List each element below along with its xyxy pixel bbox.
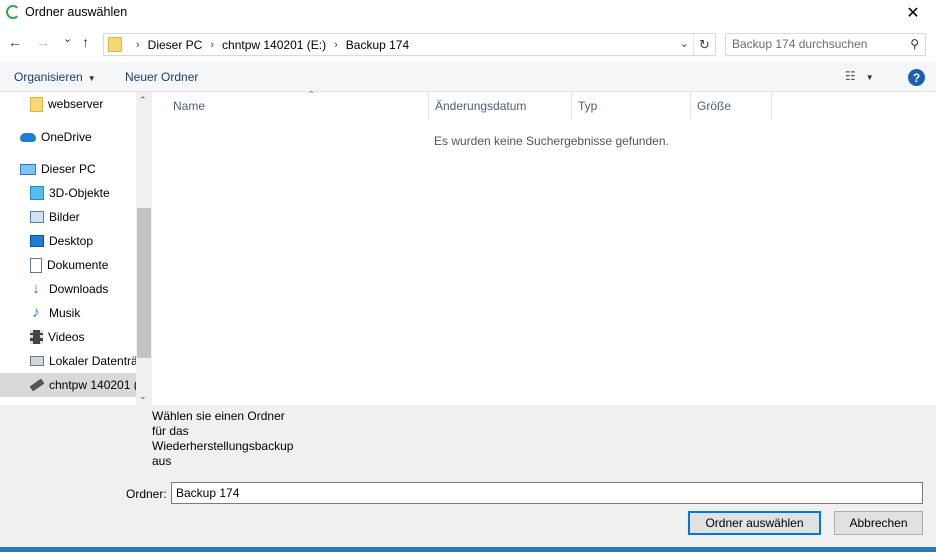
- organize-button[interactable]: Organisieren ▼: [14, 70, 96, 84]
- search-input[interactable]: [732, 37, 902, 51]
- caret-down-icon: ▼: [87, 74, 96, 83]
- help-icon[interactable]: ?: [908, 69, 925, 86]
- drive-icon: [30, 356, 44, 366]
- column-header-label: Typ: [578, 99, 598, 113]
- column-header-date[interactable]: Änderungsdatum: [429, 92, 572, 120]
- cancel-button[interactable]: Abbrechen: [834, 511, 923, 535]
- sort-ascending-icon: ⌃: [307, 90, 316, 101]
- breadcrumb-separator[interactable]: ›: [210, 39, 214, 51]
- forward-arrow-icon[interactable]: →: [36, 34, 50, 50]
- folder-icon: [108, 37, 122, 52]
- video-icon: [30, 330, 43, 344]
- search-icon[interactable]: ⚲: [910, 37, 919, 51]
- sidebar-item-label: 3D-Objekte: [49, 186, 110, 200]
- computer-icon: [20, 163, 36, 175]
- sidebar-item-chntpw[interactable]: chntpw 140201 (E:): [0, 373, 136, 397]
- bottom-accent-line: [0, 547, 936, 552]
- dialog-description: Wählen sie einen Ordner für das Wiederhe…: [152, 409, 294, 468]
- sidebar-scrollbar[interactable]: ⌃ ⌄: [136, 92, 152, 405]
- sidebar-item-label: Desktop: [49, 234, 94, 248]
- breadcrumb-separator: ›: [136, 39, 140, 51]
- empty-message: Es wurden keine Suchergebnisse gefunden.: [434, 134, 669, 148]
- view-list-icon: ☷: [845, 69, 856, 83]
- sidebar-item-dokumente[interactable]: Dokumente: [0, 253, 136, 277]
- scroll-up-icon[interactable]: ⌃: [139, 95, 147, 106]
- address-bar[interactable]: › Dieser PC › chntpw 140201 (E:) › Backu…: [103, 33, 716, 56]
- view-options-button[interactable]: ☷ ▼: [845, 69, 874, 83]
- up-arrow-icon[interactable]: ↑: [82, 34, 89, 50]
- breadcrumb-separator[interactable]: ›: [334, 39, 338, 51]
- sidebar-item-onedrive[interactable]: OneDrive: [0, 125, 136, 149]
- desktop-icon: [30, 235, 44, 247]
- recent-locations-icon[interactable]: ⌄: [63, 32, 72, 45]
- caret-down-icon: ▼: [865, 73, 874, 82]
- cloud-icon: [20, 132, 36, 142]
- sidebar-item-label: Dieser PC: [41, 162, 96, 176]
- breadcrumb-backup[interactable]: Backup 174: [346, 38, 409, 52]
- refresh-icon[interactable]: ↻: [693, 34, 715, 55]
- title-bar: Ordner auswählen ✕: [0, 0, 936, 26]
- sidebar-item-videos[interactable]: Videos: [0, 325, 136, 349]
- pictures-icon: [30, 211, 44, 223]
- usb-drive-icon: [29, 378, 45, 392]
- navigation-bar: ← → ⌄ ↑ › Dieser PC › chntpw 140201 (E:)…: [0, 26, 936, 62]
- cube-icon: [30, 186, 44, 200]
- scroll-down-icon[interactable]: ⌄: [139, 391, 147, 402]
- sidebar-item-dieser-pc[interactable]: Dieser PC: [0, 157, 136, 181]
- sidebar-item-webserver[interactable]: webserver: [0, 92, 136, 116]
- window-title: Ordner auswählen: [25, 5, 128, 19]
- select-folder-button[interactable]: Ordner auswählen: [688, 511, 821, 535]
- document-icon: [30, 257, 42, 273]
- column-header-label: Größe: [697, 99, 732, 113]
- back-arrow-icon[interactable]: ←: [8, 34, 22, 50]
- column-header-name[interactable]: ⌃ Name: [167, 90, 429, 120]
- breadcrumb-dieser-pc[interactable]: Dieser PC: [148, 38, 203, 52]
- folder-icon: [30, 96, 43, 112]
- sidebar-item-3d-objekte[interactable]: 3D-Objekte: [0, 181, 136, 205]
- folder-name-input[interactable]: [171, 482, 923, 504]
- sidebar-item-label: Lokaler Datenträger (C:): [49, 354, 136, 368]
- column-header-label: Name: [173, 99, 206, 113]
- sidebar-item-bilder[interactable]: Bilder: [0, 205, 136, 229]
- sidebar-item-label: webserver: [48, 97, 104, 111]
- close-icon[interactable]: ✕: [890, 0, 936, 26]
- music-icon: ♪: [32, 304, 40, 321]
- sidebar-item-label: Dokumente: [47, 258, 109, 272]
- dialog-footer: Wählen sie einen Ordner für das Wiederhe…: [0, 405, 936, 547]
- sidebar-item-lokaler-datentraeger[interactable]: Lokaler Datenträger (C:): [0, 349, 136, 373]
- command-toolbar: Organisieren ▼ Neuer Ordner ☷ ▼ ?: [0, 62, 936, 92]
- sidebar-item-label: OneDrive: [41, 130, 92, 144]
- app-icon: [6, 5, 20, 19]
- navigation-pane[interactable]: webserver OneDrive Dieser PC 3D-Objekte …: [0, 92, 152, 405]
- sidebar-item-label: Downloads: [49, 282, 109, 296]
- column-header-size[interactable]: Größe: [691, 92, 772, 120]
- sidebar-item-label: chntpw 140201 (E:): [49, 378, 136, 392]
- sidebar-item-downloads[interactable]: ↓ Downloads: [0, 277, 136, 301]
- breadcrumb-drive[interactable]: chntpw 140201 (E:): [222, 38, 326, 52]
- organize-label: Organisieren: [14, 70, 83, 84]
- folder-label: Ordner:: [126, 487, 167, 501]
- chevron-down-icon[interactable]: ⌄: [680, 37, 689, 50]
- new-folder-button[interactable]: Neuer Ordner: [125, 70, 198, 84]
- sidebar-item-label: Bilder: [49, 210, 80, 224]
- breadcrumb: › Dieser PC › chntpw 140201 (E:) › Backu…: [128, 38, 409, 52]
- sidebar-item-desktop[interactable]: Desktop: [0, 229, 136, 253]
- column-header-label: Änderungsdatum: [435, 99, 527, 113]
- download-icon: ↓: [32, 280, 40, 297]
- sidebar-item-label: Videos: [48, 330, 85, 344]
- column-header-type[interactable]: Typ: [572, 92, 691, 120]
- sidebar-item-musik[interactable]: ♪ Musik: [0, 301, 136, 325]
- file-list[interactable]: ⌃ Name Änderungsdatum Typ Größe Es wurde…: [152, 90, 936, 405]
- scrollbar-thumb[interactable]: [137, 208, 151, 358]
- search-box[interactable]: ⚲: [725, 33, 926, 56]
- sidebar-item-label: Musik: [49, 306, 81, 320]
